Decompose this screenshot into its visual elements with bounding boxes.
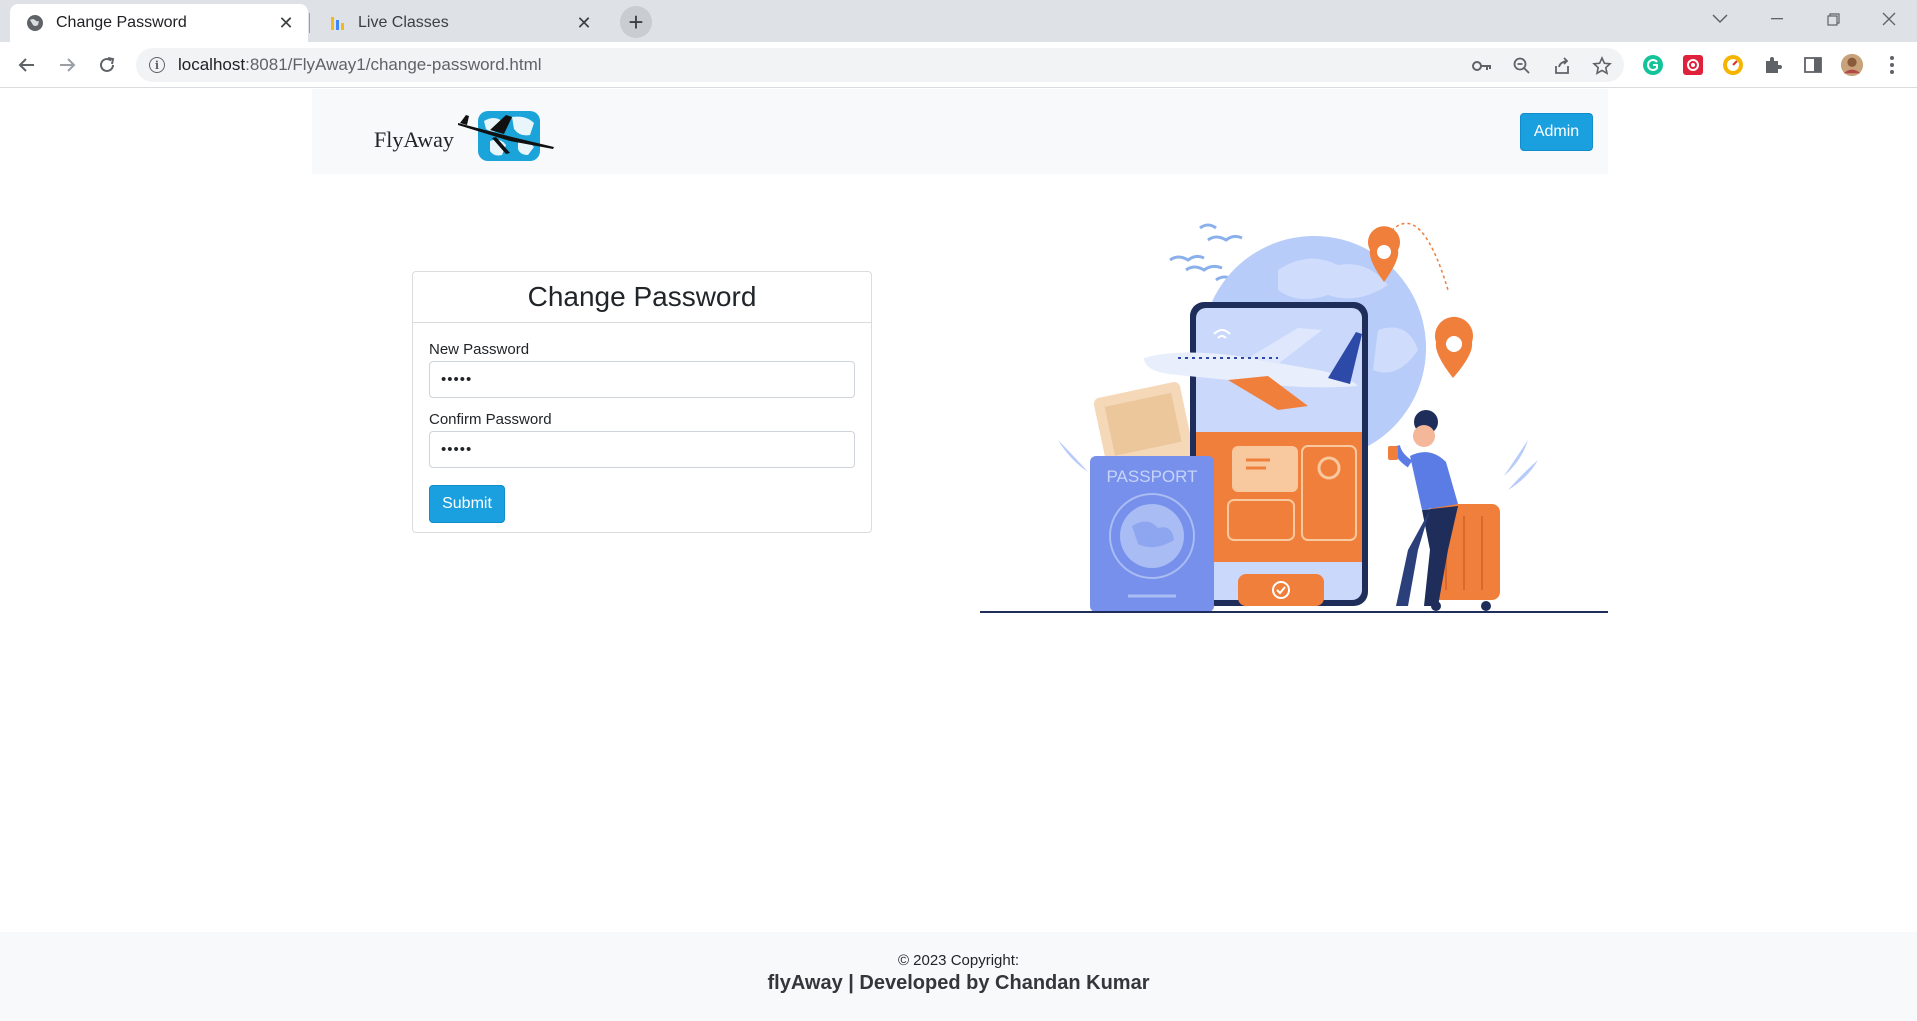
travel-illustration: PASSPORT: [978, 210, 1610, 615]
tab-separator: [309, 13, 310, 33]
site-navbar: FlyAway Admin: [312, 89, 1608, 174]
bar-chart-favicon-icon: [328, 14, 346, 32]
extensions-puzzle-icon[interactable]: [1761, 53, 1785, 77]
key-icon[interactable]: [1470, 54, 1494, 78]
back-arrow-icon[interactable]: [12, 50, 42, 80]
tab-strip: Change Password ✕ Live Classes ✕ +: [0, 0, 1917, 42]
change-password-card: Change Password New Password ••••• Confi…: [412, 271, 872, 533]
url-text: localhost:8081/FlyAway1/change-password.…: [178, 55, 542, 74]
copyright-text: © 2023 Copyright:: [897, 952, 1020, 969]
plus-icon: +: [628, 6, 644, 37]
svg-text:PASSPORT: PASSPORT: [1106, 467, 1197, 486]
new-password-field[interactable]: •••••: [429, 361, 855, 398]
browser-toolbar: i localhost:8081/FlyAway1/change-passwor…: [0, 42, 1917, 88]
bookmark-star-icon[interactable]: [1590, 54, 1614, 78]
forward-arrow-icon[interactable]: [52, 50, 82, 80]
profile-avatar[interactable]: [1840, 53, 1864, 77]
birds-icon: [1169, 223, 1243, 282]
card-title: Change Password: [413, 272, 871, 323]
airplane-globe-logo-icon: [456, 107, 556, 168]
submit-button[interactable]: Submit: [429, 485, 505, 523]
close-window-icon[interactable]: [1862, 0, 1916, 38]
speed-extension-icon[interactable]: [1721, 53, 1745, 77]
site-info-icon[interactable]: i: [149, 57, 165, 73]
tab-title: Change Password: [56, 14, 187, 31]
brand-name: FlyAway: [374, 126, 454, 152]
new-password-label: New Password: [429, 341, 530, 358]
globe-icon: [26, 14, 44, 32]
browser-menu-icon[interactable]: [1880, 53, 1904, 77]
reload-icon[interactable]: [92, 50, 122, 80]
new-tab-button[interactable]: +: [620, 6, 652, 38]
map-pin-icon: [1435, 316, 1473, 378]
passport-icon: PASSPORT: [1090, 456, 1214, 612]
developer-credit: flyAway | Developed by Chandan Kumar: [767, 972, 1150, 994]
grammarly-extension-icon[interactable]: [1641, 53, 1665, 77]
tab-title: Live Classes: [358, 14, 449, 31]
zoom-out-icon[interactable]: [1510, 54, 1534, 78]
confirm-password-label: Confirm Password: [429, 411, 552, 428]
tab-search-icon[interactable]: [1693, 0, 1747, 38]
brand-link[interactable]: FlyAway: [374, 107, 556, 168]
change-password-form: New Password ••••• Confirm Password ••••…: [413, 323, 871, 523]
close-tab-icon[interactable]: ✕: [274, 11, 298, 35]
admin-button[interactable]: Admin: [1520, 113, 1593, 151]
tab-live-classes[interactable]: Live Classes ✕: [312, 4, 606, 42]
share-icon[interactable]: [1550, 54, 1574, 78]
side-panel-icon[interactable]: [1801, 53, 1825, 77]
minimize-icon[interactable]: [1750, 0, 1804, 38]
close-tab-icon[interactable]: ✕: [572, 11, 596, 35]
restore-icon[interactable]: [1806, 0, 1860, 38]
tab-change-password[interactable]: Change Password ✕: [10, 4, 308, 42]
page-footer: © 2023 Copyright: flyAway | Developed by…: [0, 932, 1917, 1021]
confirm-password-field[interactable]: •••••: [429, 431, 855, 468]
address-bar[interactable]: i localhost:8081/FlyAway1/change-passwor…: [136, 48, 1624, 82]
screen-recorder-extension-icon[interactable]: [1681, 53, 1705, 77]
